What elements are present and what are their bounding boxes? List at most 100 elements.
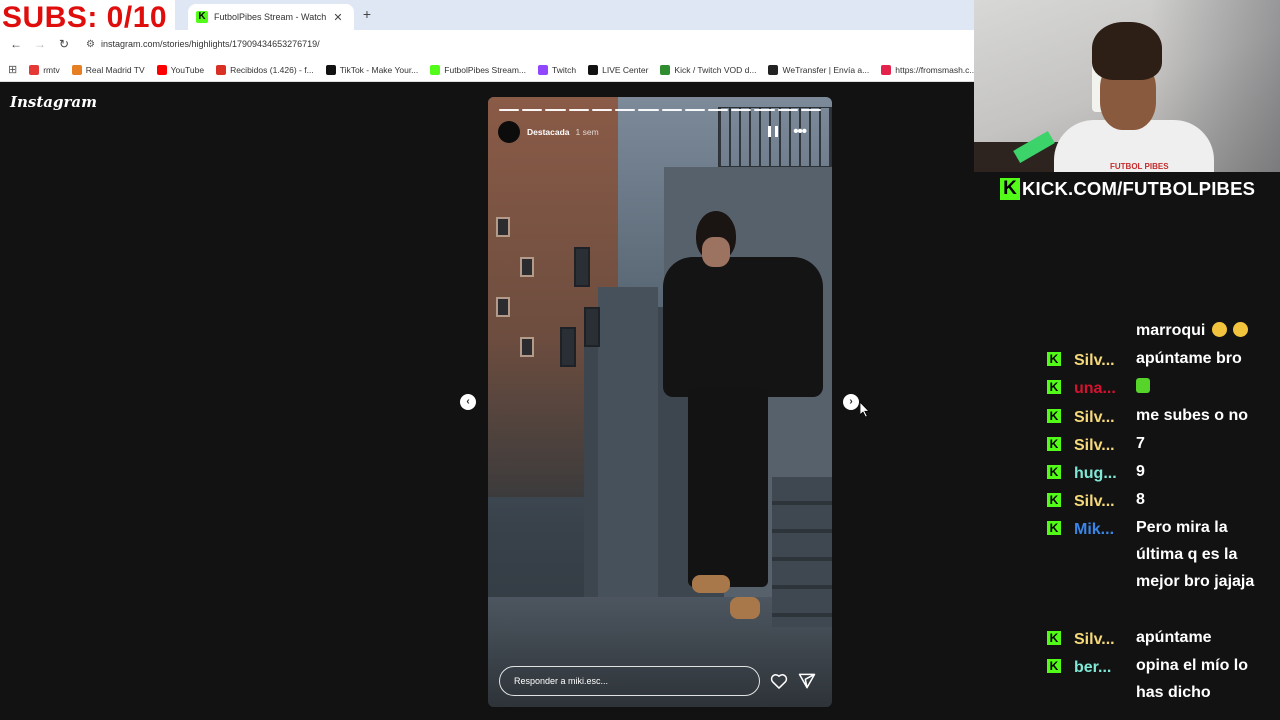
bookmark-favicon-icon <box>430 64 441 75</box>
bookmark-label: YouTube <box>170 64 205 75</box>
chat-message-text: 9 <box>1136 458 1278 485</box>
bookmark-item[interactable]: WeTransfer | Envía a... <box>768 64 870 75</box>
bookmark-item[interactable]: FutbolPibes Stream... <box>430 64 527 75</box>
photo-person-face <box>702 237 730 267</box>
story-progress-bar <box>499 109 822 111</box>
photo-window <box>520 257 534 277</box>
new-tab-button[interactable]: + <box>360 6 374 22</box>
chat-username[interactable]: Silv... <box>1074 409 1134 427</box>
site-info-icon[interactable]: ⚙ <box>86 39 95 50</box>
bookmark-label: Real Madrid TV <box>85 64 145 75</box>
story-progress-segment <box>731 109 752 111</box>
reply-input[interactable]: Responder a miki.esc... <box>499 666 760 696</box>
bookmark-favicon-icon <box>216 64 227 75</box>
bookmark-item[interactable]: Recibidos (1.426) - f... <box>216 64 314 75</box>
photo-person-pants <box>688 387 768 587</box>
kick-banner: K KICK.COM/FUTBOLPIBES <box>1000 178 1255 200</box>
photo-window <box>496 217 510 237</box>
chat-username[interactable]: Silv... <box>1074 352 1134 370</box>
chat-username[interactable]: ber... <box>1074 659 1134 677</box>
bookmark-list: rmtv Real Madrid TV YouTube Recibidos (1.42… <box>29 64 974 75</box>
story-progress-segment <box>591 109 613 111</box>
bookmark-favicon-icon <box>156 64 167 75</box>
more-options-icon[interactable]: ••• <box>793 123 807 140</box>
kick-badge-icon: K <box>1047 380 1061 394</box>
story-progress-segment <box>707 109 729 111</box>
chat-username[interactable]: Silv... <box>1074 437 1134 455</box>
chat-text: Pero mira la última q es la mejor bro ja… <box>1136 519 1255 590</box>
photo-window <box>520 337 534 357</box>
chat-message-text: apúntame bro <box>1136 345 1278 372</box>
photo-shoe <box>692 575 730 593</box>
story-viewer[interactable]: Destacada 1 sem ••• Responder a miki.esc… <box>488 97 832 707</box>
bookmark-favicon-icon <box>768 64 779 75</box>
mouse-cursor-icon <box>860 402 870 418</box>
bookmark-item[interactable]: YouTube <box>156 64 205 75</box>
webcam-feed: FUTBOL PIBES <box>974 0 1280 172</box>
chat-message-text: 7 <box>1136 430 1278 457</box>
bookmark-label: WeTransfer | Envía a... <box>782 64 870 75</box>
chat-username[interactable]: Mik... <box>1074 521 1134 539</box>
story-username[interactable]: Destacada <box>527 127 570 137</box>
avatar[interactable] <box>498 121 520 143</box>
subs-counter: SUBS: 0/10 <box>0 0 176 36</box>
photo-stairs <box>772 477 832 627</box>
green-emote-icon <box>1136 378 1150 393</box>
instagram-logo[interactable]: Instagram <box>10 93 97 111</box>
send-icon[interactable] <box>797 671 817 691</box>
bookmark-label: LIVE Center <box>602 64 649 75</box>
next-story-button[interactable]: › <box>843 394 859 410</box>
address-bar[interactable]: ⚙ instagram.com/stories/highlights/17909… <box>82 33 942 55</box>
bookmark-label: Kick / Twitch VOD d... <box>674 64 757 75</box>
chat-message: Khug... 9 <box>1044 462 1145 490</box>
chat-panel: marroqui K Silv... apúntame bro Kuna... K Sil… <box>1044 318 1280 720</box>
chat-message-text: me subes o no <box>1136 402 1278 429</box>
bookmark-label: rmtv <box>43 64 60 75</box>
bookmark-label: Twitch <box>552 64 577 75</box>
photo-mailbox <box>584 307 600 347</box>
photo-person-jacket <box>663 257 823 397</box>
kick-url: KICK.COM/FUTBOLPIBES <box>1022 178 1256 199</box>
chat-message: K Silv... apúntame bro <box>1044 349 1242 377</box>
heart-icon[interactable] <box>769 671 789 691</box>
kick-favicon-icon: K <box>196 11 208 23</box>
chat-username[interactable]: Silv... <box>1074 631 1134 649</box>
chat-message: Kuna... <box>1044 377 1150 405</box>
bookmark-favicon-icon <box>881 64 892 75</box>
bookmark-item[interactable]: LIVE Center <box>588 64 649 75</box>
browser-tab-active[interactable]: K FutbolPibes Stream - Watch Li ✕ <box>188 4 354 30</box>
chat-text: me subes o no <box>1136 407 1249 424</box>
chat-text: 8 <box>1136 491 1145 508</box>
chat-text: apúntame <box>1136 629 1212 646</box>
story-timestamp: 1 sem <box>575 127 599 137</box>
bookmark-label: Recibidos (1.426) - f... <box>230 64 314 75</box>
laughing-emoji-icon <box>1233 322 1249 337</box>
previous-story-button[interactable]: ‹ <box>460 394 476 410</box>
story-progress-segment <box>638 109 659 111</box>
shirt-logo: FUTBOL PIBES <box>1110 162 1169 171</box>
bookmark-label: FutbolPibes Stream... <box>444 64 527 75</box>
bookmark-item[interactable]: rmtv <box>29 64 60 75</box>
story-progress-segment <box>754 109 775 111</box>
bookmark-item[interactable]: Real Madrid TV <box>71 64 145 75</box>
story-progress-segment <box>777 109 798 111</box>
bookmark-label: TikTok - Make Your... <box>339 64 419 75</box>
apps-grid-icon[interactable]: ⊞ <box>8 63 17 76</box>
kick-badge-icon: K <box>1047 521 1061 535</box>
bookmark-favicon-icon <box>660 64 671 75</box>
kick-badge-icon: K <box>1047 437 1061 451</box>
chat-username[interactable]: hug... <box>1074 465 1134 483</box>
reply-placeholder: Responder a miki.esc... <box>514 676 609 686</box>
laughing-emoji-icon <box>1211 322 1227 337</box>
story-progress-segment <box>684 109 705 111</box>
chat-username[interactable]: Silv... <box>1074 493 1134 511</box>
pause-icon[interactable] <box>768 126 778 137</box>
bookmark-item[interactable]: Kick / Twitch VOD d... <box>660 64 757 75</box>
chat-username[interactable]: una... <box>1074 380 1134 398</box>
bookmark-item[interactable]: https://fromsmash.c... <box>881 64 974 75</box>
bookmark-item[interactable]: TikTok - Make Your... <box>325 64 419 75</box>
bookmark-label: https://fromsmash.c... <box>895 64 974 75</box>
bookmark-item[interactable]: Twitch <box>538 64 577 75</box>
close-tab-icon[interactable]: ✕ <box>332 11 344 24</box>
kick-badge-icon: K <box>1047 465 1061 479</box>
